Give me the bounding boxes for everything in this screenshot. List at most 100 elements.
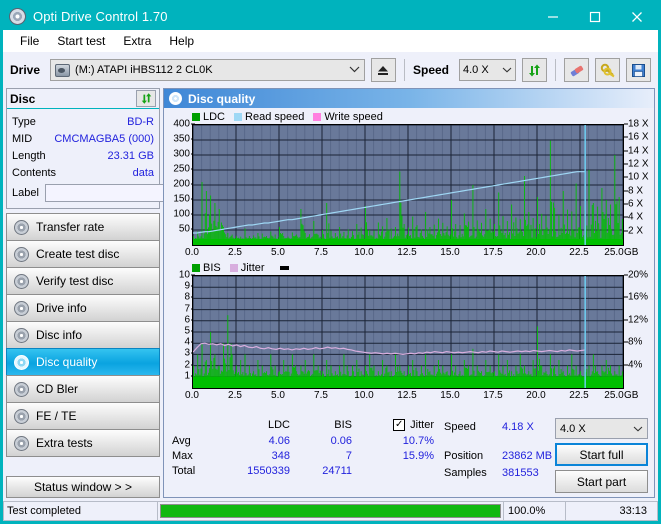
body-area: Disc Type BD-R MID CMCMAGBA5 (000) Lengt… (3, 88, 658, 501)
minimize-icon[interactable] (532, 3, 574, 30)
elapsed-time: 33:13 (566, 501, 658, 521)
menu-item-file[interactable]: File (11, 32, 48, 50)
drive-icon (55, 63, 71, 77)
legend-label-ldc: LDC (203, 111, 226, 123)
progress-percent: 100.0% (504, 501, 566, 521)
y2-tick-mark (624, 216, 628, 218)
eject-button[interactable] (370, 58, 396, 82)
drive-label: Drive (10, 63, 41, 77)
sidebar-item-transfer-rate[interactable]: Transfer rate (6, 213, 160, 241)
sidebar-nav: Transfer rate Create test disc Verify te… (6, 213, 160, 457)
sidebar-item-drive-info[interactable]: Drive info (6, 294, 160, 322)
menu-item-extra[interactable]: Extra (114, 32, 160, 50)
avg-ldc: 4.06 (268, 434, 290, 447)
chart2-legend: BIS Jitter (164, 261, 654, 275)
row-key-max: Max (172, 449, 193, 462)
y2-tick-label: 4% (628, 359, 643, 371)
sidebar-item-label: FE / TE (36, 409, 77, 423)
main-header: Disc quality (164, 89, 654, 108)
erase-button[interactable] (564, 58, 589, 82)
x-tick-label: 2.5 (228, 247, 242, 258)
progress-bar (160, 504, 501, 518)
status-window-button[interactable]: Status window > > (6, 476, 160, 498)
close-icon[interactable] (616, 3, 658, 30)
y2-tick-label: 16 X (628, 131, 649, 143)
total-bis: 24711 (322, 464, 352, 477)
y2-tick-mark (624, 203, 628, 205)
chart2-plot-row: 10 9 8 7 6 5 4 3 2 1 20% 16% 12% 8% 4% (164, 270, 654, 389)
x-tick-label: 7.5 (314, 390, 328, 401)
legend-swatch-marker (279, 266, 289, 270)
y2-tick-mark (624, 190, 628, 192)
test-speed-value: 4.0 X (560, 422, 586, 435)
results-table: LDC BIS ✓ Jitter Avg 4.06 0.06 10.7% Max… (170, 418, 440, 478)
keys-button[interactable] (595, 58, 620, 82)
y-tick-label: 100 (173, 208, 190, 220)
menu-item-help[interactable]: Help (160, 32, 203, 50)
results-table-wrap: LDC BIS ✓ Jitter Avg 4.06 0.06 10.7% Max… (170, 418, 440, 493)
legend-item-ldc: LDC (192, 111, 225, 123)
sidebar-item-label: Transfer rate (36, 220, 105, 234)
avg-jitter: 10.7% (402, 434, 434, 447)
disc-icon (14, 408, 29, 424)
results-actions: 4.0 X Start full Start part (555, 418, 648, 493)
y-tick-label: 3 (184, 347, 190, 359)
disc-panel: Disc Type BD-R MID CMCMAGBA5 (000) Lengt… (6, 88, 247, 209)
jitter-checkbox[interactable]: ✓ (393, 419, 406, 431)
max-jitter: 15.9% (402, 449, 434, 462)
sidebar-item-label: CD Bler (36, 382, 79, 396)
y-tick-label: 2 (184, 359, 190, 371)
metric-value-speed: 4.18 X (502, 420, 534, 433)
sidebar-item-disc-info[interactable]: Disc info (6, 321, 160, 349)
test-speed-select[interactable]: 4.0 X (555, 418, 648, 439)
refresh-button[interactable] (522, 58, 547, 82)
x-tick-label: 10.0 (354, 247, 374, 258)
chart1-x-axis: 0.0 2.5 5.0 7.5 10.0 12.5 15.0 17.5 20.0 22.5 25.0… (185, 246, 638, 261)
disc-refresh-button[interactable] (136, 90, 156, 107)
menu-item-start-test[interactable]: Start test (48, 32, 114, 50)
y2-tick-label: 20% (628, 269, 649, 281)
sidebar-item-label: Disc info (36, 328, 83, 342)
x-tick-label: 25.0 (604, 247, 624, 258)
disc-key-length: Length (12, 149, 46, 162)
x-tick-label: 10.0 (354, 390, 374, 401)
x-tick-label: 22.5 (569, 247, 589, 258)
disc-icon (14, 300, 29, 316)
drive-select[interactable]: (M:) ATAPI iHBS112 2 CL0K (50, 59, 365, 81)
start-full-button[interactable]: Start full (555, 443, 648, 466)
chart-bis-jitter: BIS Jitter 10 9 8 7 6 5 4 3 2 1 20% 16% 12% 8% 4% 0. (164, 261, 654, 404)
main-panel: Disc quality LDC Read speed Write speed … (163, 88, 655, 498)
table-row: Avg 4.06 0.06 10.7% (170, 433, 440, 448)
sidebar-item-verify-test-disc[interactable]: Verify test disc (6, 267, 160, 295)
column-header-jitter: ✓ Jitter (358, 418, 440, 433)
sidebar-item-disc-quality[interactable]: Disc quality (6, 348, 160, 376)
table-row: Max 348 7 15.9% (170, 448, 440, 463)
speed-select[interactable]: 4.0 X (459, 59, 516, 81)
chart-ldc-readspeed: LDC Read speed Write speed 400 350 300 250 2… (164, 110, 654, 261)
x-tick-label: 12.5 (397, 390, 417, 401)
sidebar-item-create-test-disc[interactable]: Create test disc (6, 240, 160, 268)
y-tick-label: 150 (173, 193, 190, 205)
maximize-icon[interactable] (574, 3, 616, 30)
row-key-avg: Avg (172, 434, 191, 447)
y2-tick-label: 2 X (628, 225, 644, 237)
save-button[interactable] (626, 58, 651, 82)
start-part-button[interactable]: Start part (555, 470, 648, 493)
legend-swatch-read-speed (234, 113, 243, 121)
y2-tick-mark (624, 150, 628, 152)
x-tick-label: 2.5 (228, 390, 242, 401)
sidebar-item-cd-bler[interactable]: CD Bler (6, 375, 160, 403)
sidebar-item-extra-tests[interactable]: Extra tests (6, 429, 160, 457)
toolbar: Drive (M:) ATAPI iHBS112 2 CL0K Speed 4.… (3, 52, 658, 88)
metric-samples: Samples 381553 (444, 464, 555, 481)
sidebar-item-label: Verify test disc (36, 274, 114, 288)
x-tick-label: 25.0 (604, 390, 624, 401)
sidebar-item-fe-te[interactable]: FE / TE (6, 402, 160, 430)
y2-tick-label: 12 X (628, 158, 649, 170)
disc-label-key: Label (12, 186, 39, 199)
disc-row-contents: Contents data (12, 164, 154, 181)
x-tick-label: 22.5 (569, 390, 589, 401)
disc-value-contents: data (132, 166, 154, 179)
disc-row-length: Length 23.31 GB (12, 147, 154, 164)
column-header-bis: BIS (334, 419, 352, 431)
